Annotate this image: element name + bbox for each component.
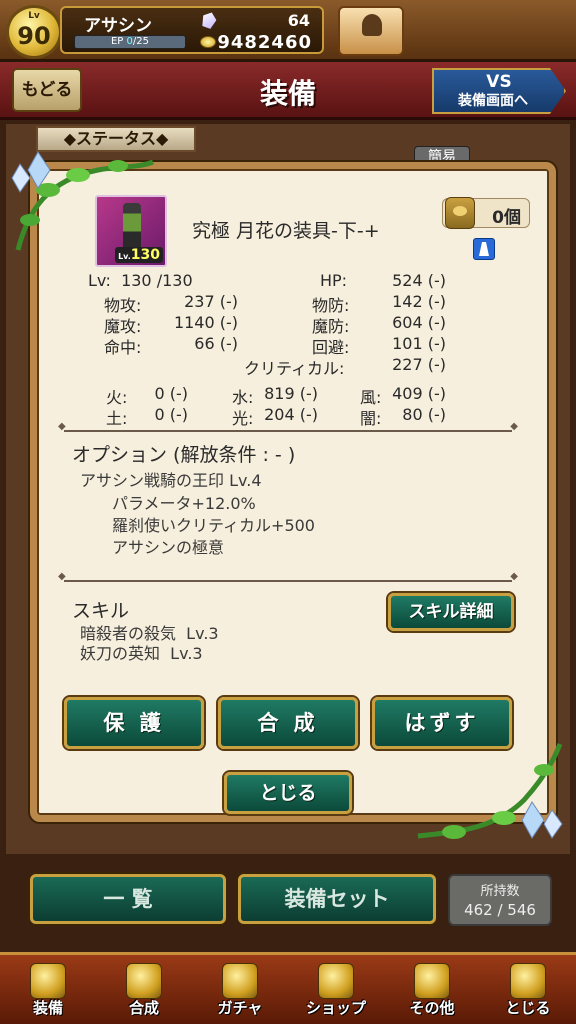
top-status-bar: Lv 90 アサシン EP 0/25 64 9482460 [0,0,576,62]
gear-icon [414,963,450,999]
mascot-icon [445,197,475,229]
gold-count: 9482460 [217,32,312,53]
ep-label: EP [110,36,124,47]
stat-water-value: 819 (-) [264,384,318,403]
stat-fire-value: 0 (-) [154,384,188,403]
tab-status[interactable]: ◆ステータス◆ [36,126,196,152]
ep-bar: EP 0/25 [74,35,186,49]
guardian-statue-icon [510,963,546,999]
gacha-cards-icon [222,963,258,999]
stat-matk-value: 1140 (-) [173,313,238,332]
inventory-count-label: 所持数 [480,884,520,899]
player-name: アサシン [84,16,152,36]
bottom-nav: 装備 合成 ガチャ ショップ その他 とじる [0,952,576,1024]
stat-earth-value: 0 (-) [154,405,188,424]
gold-coin-icon [200,36,216,48]
unequip-button[interactable]: はずす [372,697,512,749]
stat-eva-value: 101 (-) [392,334,446,353]
gem-count: 64 [287,11,310,30]
option-line: パラメータ+12.0% [112,494,256,513]
stat-level: Lv: 130 /130 [88,271,193,290]
stat-earth-label: 土: [106,409,128,428]
title-bar: もどる 装備 VS 装備画面へ [0,62,576,120]
player-panel: アサシン EP 0/25 64 9482460 [60,6,324,54]
option-line: アサシンの極意 [112,538,225,557]
list-button[interactable]: 一 覧 [30,874,226,924]
stat-acc-value: 66 (-) [194,334,238,353]
option-line: 羅刹使いクリティカル+500 [112,516,315,535]
close-dialog-button[interactable]: とじる [224,772,352,814]
stat-dark-label: 闇: [360,409,382,428]
stat-wind-value: 409 (-) [392,384,446,403]
stat-hp-value: 524 (-) [392,271,446,290]
crystal-shop-icon [318,963,354,999]
stat-hp-label: HP: [320,271,348,290]
owned-count: 0個 [492,208,521,228]
stat-crit-value: 227 (-) [392,355,446,374]
section-divider [58,571,518,582]
item-level-value: 130 [130,247,160,263]
nav-label: 装備 [32,999,63,1017]
nav-item-equipment[interactable]: 装備 [0,955,96,1024]
stat-light-label: 光: [232,409,254,428]
player-level: 90 [17,22,51,50]
equipment-type-icon [473,238,495,260]
level-label: Lv [28,11,40,21]
stat-crit-label: クリティカル: [244,359,345,378]
vs-equipment-button[interactable]: VS 装備画面へ [432,68,566,114]
vine-decoration-icon [417,743,563,839]
item-level-prefix: Lv. [118,252,131,261]
vs-sub-label: 装備画面へ [458,93,528,109]
ep-max: /25 [132,36,149,47]
hammer-icon [126,963,162,999]
player-level-badge: Lv 90 [6,5,62,59]
stat-dark-value: 80 (-) [402,405,446,424]
stat-pdef-value: 142 (-) [392,292,446,311]
item-name: 究極 月花の装具-下-+ [192,220,380,242]
stat-acc-label: 命中: [104,338,142,357]
stat-patk-value: 237 (-) [184,292,238,311]
item-thumbnail: Lv.130 [95,195,167,267]
nav-item-other[interactable]: その他 [384,955,480,1024]
nav-item-synthesis[interactable]: 合成 [96,955,192,1024]
owned-count-box: 0個 [442,197,530,229]
nav-item-gacha[interactable]: ガチャ [192,955,288,1024]
equipment-icon [30,963,66,999]
options-title: オプション (解放条件 : - ) [72,444,296,466]
equip-set-button[interactable]: 装備セット [238,874,436,924]
stat-light-value: 204 (-) [264,405,318,424]
section-divider [58,421,518,432]
inventory-count-value: 462 / 546 [464,901,536,919]
vs-label: VS [486,72,512,92]
gem-icon [200,10,219,30]
nav-item-close[interactable]: とじる [480,955,576,1024]
nav-item-shop[interactable]: ショップ [288,955,384,1024]
nav-label: その他 [409,999,455,1017]
nav-label: ショップ [305,999,366,1017]
skill-detail-button[interactable]: スキル詳細 [388,593,514,631]
synthesize-button[interactable]: 合 成 [218,697,358,749]
nav-label: 合成 [128,999,159,1017]
protect-button[interactable]: 保 護 [64,697,204,749]
inventory-count-box: 所持数 462 / 546 [448,874,552,926]
nav-label: ガチャ [217,999,263,1017]
nav-label: とじる [505,999,551,1017]
option-line: アサシン戦騎の王印 Lv.4 [80,471,262,490]
skills-title: スキル [72,600,130,622]
friends-book-icon[interactable] [338,6,404,56]
skill-line: 妖刀の英知 Lv.3 [80,644,203,663]
item-level-tag: Lv.130 [115,247,163,263]
stat-mdef-value: 604 (-) [392,313,446,332]
